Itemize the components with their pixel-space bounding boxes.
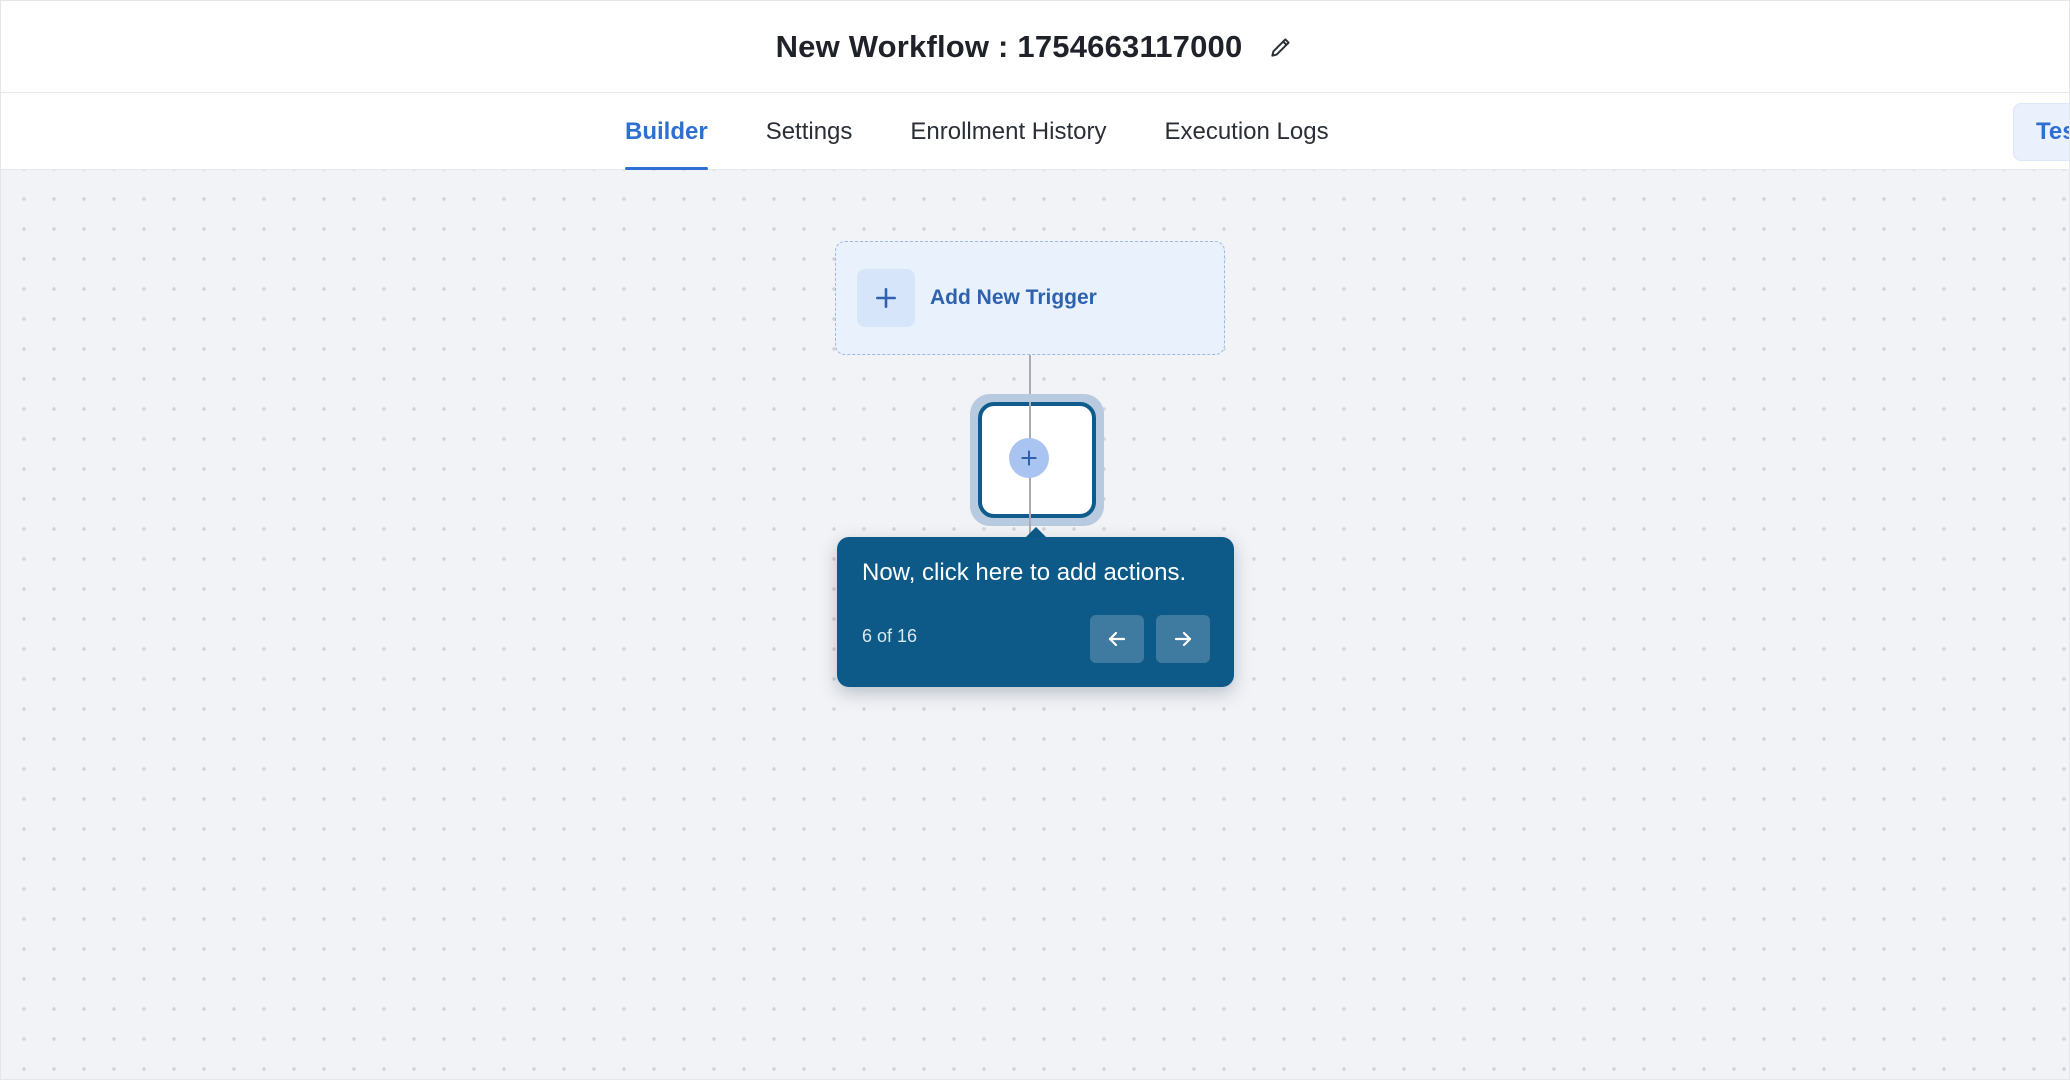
arrow-right-icon (1174, 631, 1192, 647)
test-workflow-button[interactable]: Tes (2013, 103, 2069, 161)
add-trigger-card[interactable]: Add New Trigger (835, 241, 1225, 355)
arrow-left-icon (1108, 631, 1126, 647)
plus-icon (1021, 450, 1037, 466)
tab-execution-logs[interactable]: Execution Logs (1164, 93, 1328, 170)
tab-settings[interactable]: Settings (766, 93, 853, 170)
workflow-canvas[interactable]: Add New Trigger Now, click here to add a… (1, 170, 2069, 1079)
tooltip-message: Now, click here to add actions. (862, 559, 1187, 586)
tabs: Builder Settings Enrollment History Exec… (625, 93, 1329, 170)
tour-next-button[interactable] (1156, 615, 1210, 663)
tab-bar: Builder Settings Enrollment History Exec… (1, 93, 2069, 170)
workflow-title: New Workflow : 1754663117000 (775, 28, 1243, 64)
title-bar: New Workflow : 1754663117000 (1, 1, 2069, 93)
title-wrap: New Workflow : 1754663117000 (776, 29, 1297, 65)
pencil-icon[interactable] (1266, 32, 1296, 62)
tour-prev-button[interactable] (1090, 615, 1144, 663)
tab-enrollment-history[interactable]: Enrollment History (910, 93, 1106, 170)
add-trigger-label: Add New Trigger (930, 286, 1097, 309)
add-action-button[interactable] (1009, 438, 1049, 478)
tooltip-step-counter: 6 of 16 (862, 626, 918, 646)
plus-icon (857, 269, 915, 327)
tour-tooltip: Now, click here to add actions. 6 of 16 (837, 537, 1234, 687)
tab-builder[interactable]: Builder (625, 93, 708, 170)
workflow-builder-window: New Workflow : 1754663117000 Builder Set… (0, 0, 2070, 1080)
